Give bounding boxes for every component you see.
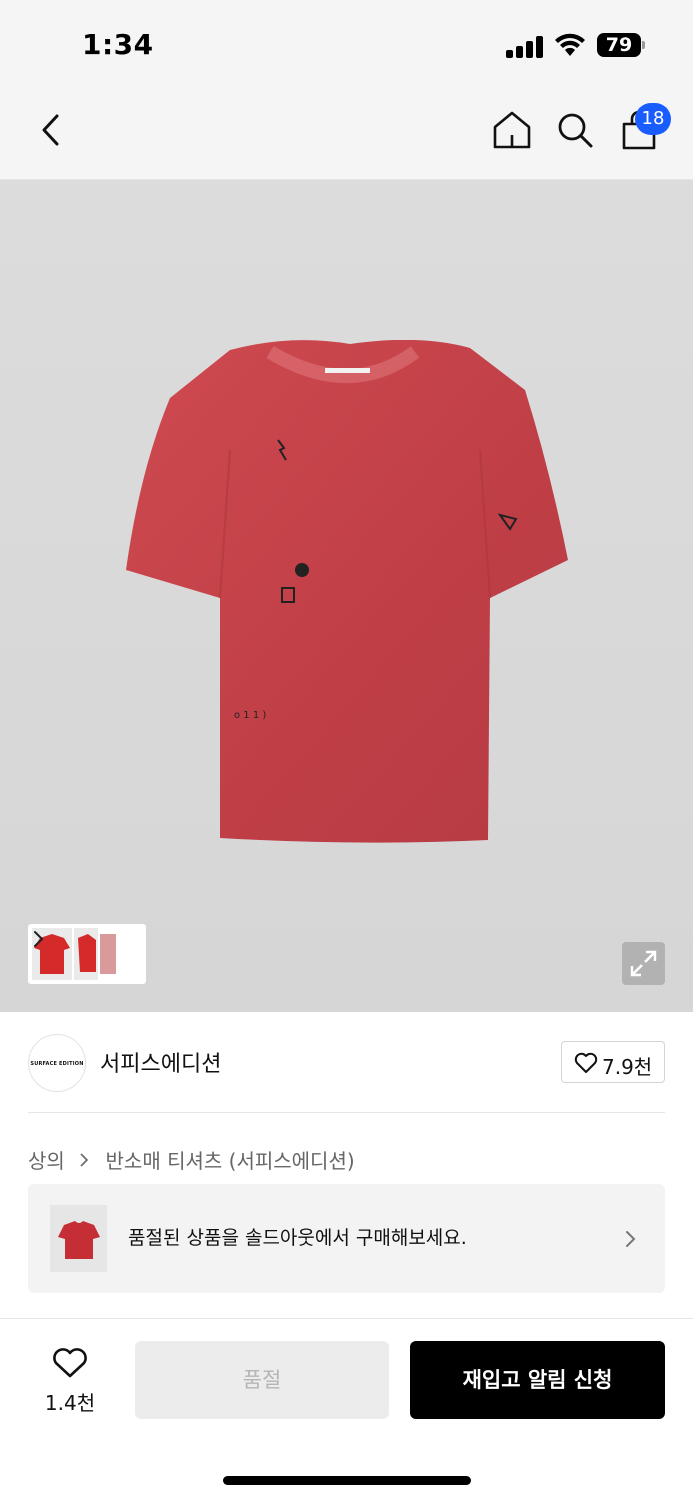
battery-icon: 79 [597, 33, 645, 57]
heart-icon [53, 1348, 87, 1378]
like-button[interactable]: 1.4천 [30, 1343, 110, 1415]
like-count: 1.4천 [44, 1391, 96, 1415]
thumbnail-strip[interactable] [28, 924, 146, 984]
nav-bar [0, 88, 693, 180]
breadcrumb-category[interactable]: 상의 [28, 1145, 65, 1174]
product-image[interactable]: o 1 1 ) [0, 180, 693, 1012]
banner-product-thumbnail [50, 1205, 107, 1272]
status-bar: 1:34 79 [0, 0, 693, 88]
chevron-right-icon [626, 1231, 636, 1247]
back-icon[interactable] [30, 108, 74, 152]
breadcrumb: 상의 반소매 티셔츠 (서피스에디션) [28, 1145, 355, 1173]
cart-count-badge: 18 [635, 103, 671, 135]
restock-alert-button[interactable]: 재입고 알림 신청 [410, 1341, 665, 1419]
brand-like-button[interactable]: 7.9천 [561, 1041, 665, 1083]
chevron-right-icon [34, 931, 44, 947]
brand-logo[interactable]: SURFACE EDITION [28, 1034, 86, 1092]
heart-icon [574, 1052, 598, 1073]
divider [28, 1112, 665, 1113]
brand-name[interactable]: 서피스에디션 [100, 1046, 221, 1078]
soldout-banner[interactable]: 품절된 상품을 솔드아웃에서 구매해보세요. [28, 1184, 665, 1293]
bottom-action-bar: 1.4천 품절 재입고 알림 신청 [0, 1318, 693, 1500]
chevron-right-icon [80, 1152, 89, 1167]
cellular-signal-icon [506, 34, 544, 58]
brand-like-count: 7.9천 [602, 1055, 653, 1079]
soldout-button: 품절 [135, 1341, 389, 1419]
search-icon[interactable] [553, 108, 597, 152]
expand-icon[interactable] [622, 942, 665, 985]
status-time: 1:34 [82, 28, 154, 61]
brand-row[interactable]: SURFACE EDITION 서피스에디션 7.9천 [0, 1012, 693, 1112]
red-t-shirt-image: o 1 1 ) [126, 340, 568, 843]
home-indicator[interactable] [223, 1476, 471, 1485]
battery-level: 79 [605, 34, 633, 56]
wifi-icon [555, 33, 585, 56]
svg-text:o 1 1 ): o 1 1 ) [234, 710, 266, 721]
banner-text: 품절된 상품을 솔드아웃에서 구매해보세요. [128, 1227, 467, 1249]
breadcrumb-subcategory[interactable]: 반소매 티셔츠 (서피스에디션) [106, 1145, 355, 1174]
home-icon[interactable] [490, 108, 534, 152]
